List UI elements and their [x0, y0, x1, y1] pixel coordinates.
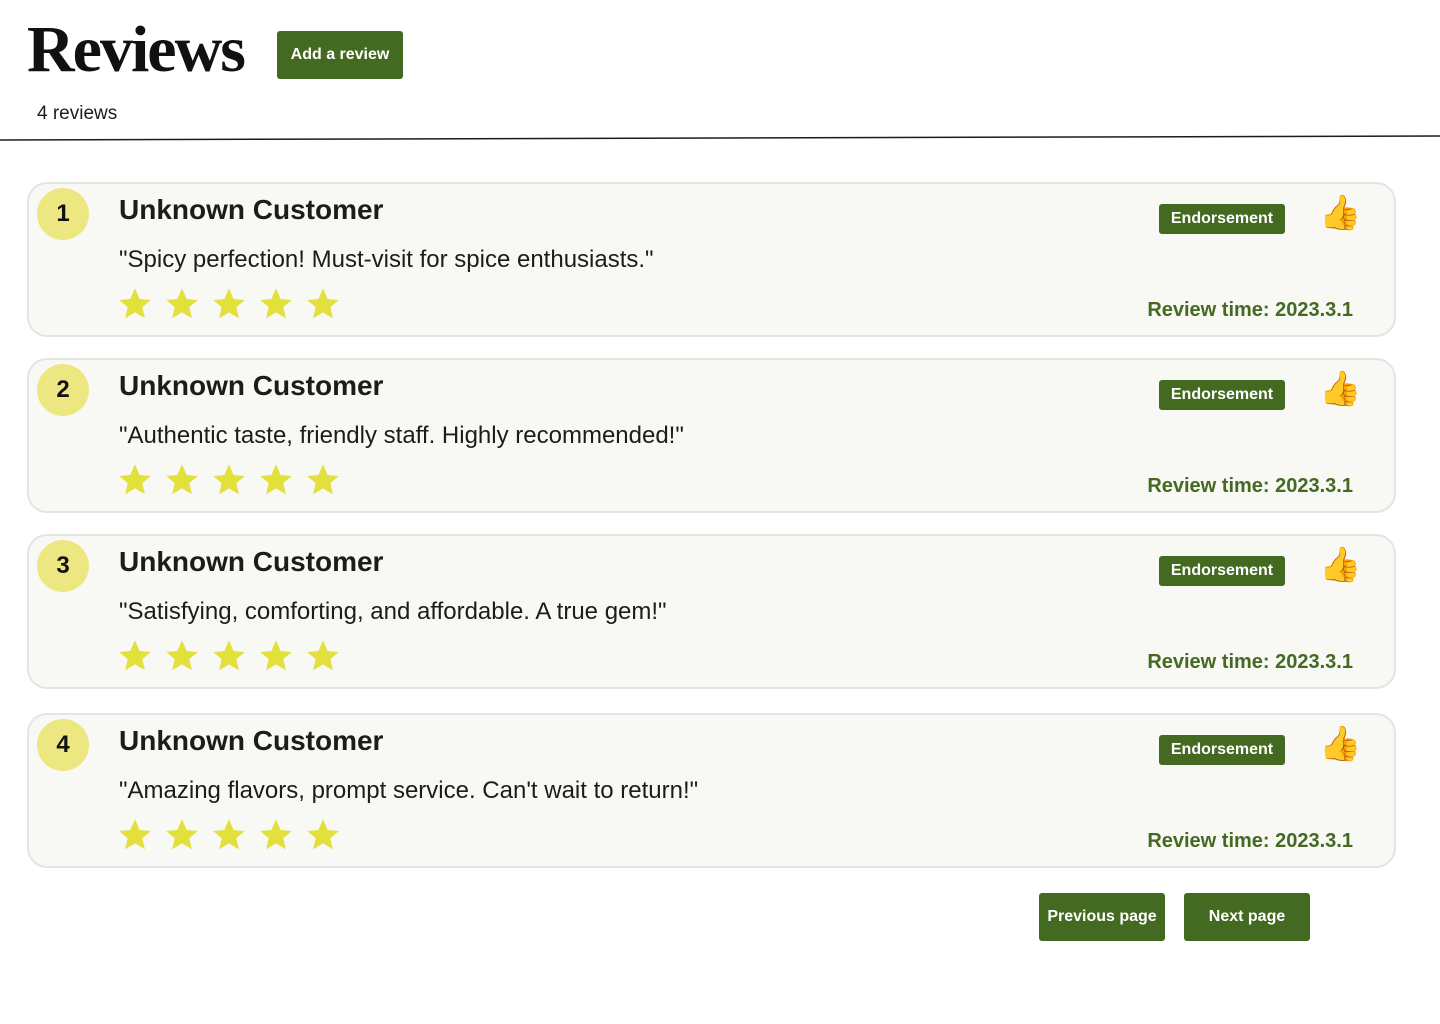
star-icon	[307, 464, 339, 495]
thumbs-up-icon[interactable]: 👍	[1319, 725, 1361, 763]
star-icon	[119, 464, 151, 495]
review-number: 1	[37, 188, 89, 240]
endorsement-badge: Endorsement	[1159, 735, 1285, 765]
star-icon	[213, 819, 245, 850]
thumbs-up-icon[interactable]: 👍	[1319, 194, 1361, 232]
page-title: Reviews	[27, 13, 246, 86]
review-time: Review time: 2023.3.1	[1147, 475, 1353, 497]
star-rating	[117, 638, 341, 674]
add-review-button[interactable]: Add a review	[277, 31, 403, 79]
star-icon	[213, 640, 245, 671]
star-icon	[260, 640, 292, 671]
endorsement-badge: Endorsement	[1159, 556, 1285, 586]
review-text: "Spicy perfection! Must-visit for spice …	[119, 246, 654, 273]
star-icon	[307, 640, 339, 671]
star-rating	[117, 817, 341, 853]
review-text: "Authentic taste, friendly staff. Highly…	[119, 422, 684, 449]
review-text: "Satisfying, comforting, and affordable.…	[119, 598, 667, 625]
star-icon	[119, 640, 151, 671]
star-icon	[166, 819, 198, 850]
reviewer-name: Unknown Customer	[119, 194, 384, 225]
star-rating	[117, 462, 341, 498]
endorsement-badge: Endorsement	[1159, 380, 1285, 410]
review-count: 4 reviews	[37, 103, 118, 124]
review-card: 2 Unknown Customer "Authentic taste, fri…	[27, 358, 1396, 513]
reviewer-name: Unknown Customer	[119, 725, 384, 756]
star-icon	[119, 819, 151, 850]
previous-page-button[interactable]: Previous page	[1039, 893, 1165, 941]
review-time: Review time: 2023.3.1	[1147, 830, 1353, 852]
endorsement-badge: Endorsement	[1159, 204, 1285, 234]
star-icon	[260, 819, 292, 850]
header-divider	[0, 135, 1440, 141]
star-icon	[307, 288, 339, 319]
next-page-button[interactable]: Next page	[1184, 893, 1310, 941]
reviews-page: Reviews Add a review 4 reviews 1 Unknown…	[0, 0, 1440, 1024]
star-icon	[307, 819, 339, 850]
review-card: 1 Unknown Customer "Spicy perfection! Mu…	[27, 182, 1396, 337]
review-time: Review time: 2023.3.1	[1147, 299, 1353, 321]
review-card: 3 Unknown Customer "Satisfying, comforti…	[27, 534, 1396, 689]
thumbs-up-icon[interactable]: 👍	[1319, 546, 1361, 584]
star-icon	[119, 288, 151, 319]
star-icon	[166, 464, 198, 495]
star-rating	[117, 286, 341, 322]
page-header: Reviews	[27, 10, 246, 90]
review-number: 4	[37, 719, 89, 771]
star-icon	[213, 464, 245, 495]
star-icon	[166, 640, 198, 671]
star-icon	[260, 288, 292, 319]
reviewer-name: Unknown Customer	[119, 546, 384, 577]
thumbs-up-icon[interactable]: 👍	[1319, 370, 1361, 408]
review-text: "Amazing flavors, prompt service. Can't …	[119, 777, 699, 804]
review-number: 3	[37, 540, 89, 592]
star-icon	[166, 288, 198, 319]
star-icon	[213, 288, 245, 319]
star-icon	[260, 464, 292, 495]
review-time: Review time: 2023.3.1	[1147, 651, 1353, 673]
review-number: 2	[37, 364, 89, 416]
reviewer-name: Unknown Customer	[119, 370, 384, 401]
review-card: 4 Unknown Customer "Amazing flavors, pro…	[27, 713, 1396, 868]
